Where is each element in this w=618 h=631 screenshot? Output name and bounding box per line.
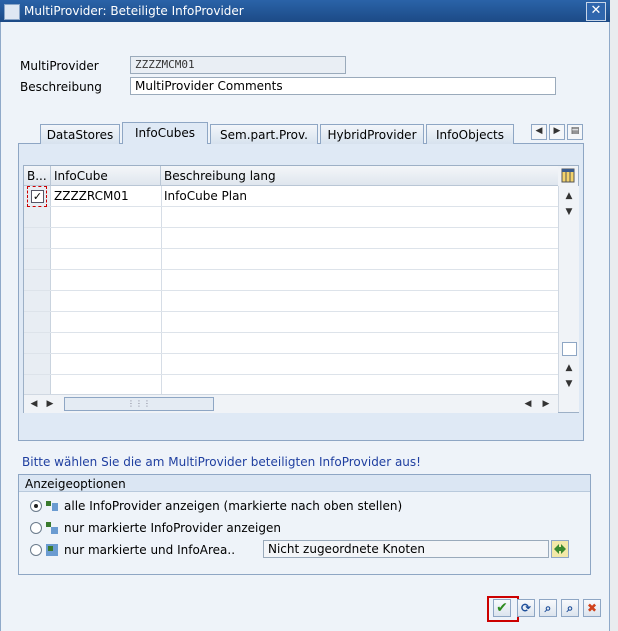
tab-datastores[interactable]: DataStores bbox=[40, 124, 120, 144]
scroll-thumb[interactable] bbox=[562, 342, 577, 356]
cancel-icon: ✖ bbox=[586, 601, 598, 615]
option-label-show-all: alle InfoProvider anzeigen (markierte na… bbox=[64, 499, 403, 513]
refresh-button[interactable]: ⟳ bbox=[517, 599, 535, 617]
hscroll-thumb[interactable]: ⋮⋮⋮ bbox=[64, 397, 214, 411]
table-row-empty[interactable] bbox=[24, 354, 558, 375]
refresh-icon: ⟳ bbox=[520, 601, 532, 615]
show-marked-icon bbox=[46, 522, 58, 534]
tab-scroll-left-icon[interactable]: ◀ bbox=[531, 124, 547, 140]
horizontal-scrollbar[interactable]: ◀ ▶ ⋮⋮⋮ ◀ ▶ bbox=[24, 394, 558, 413]
ok-button[interactable]: ✔ bbox=[493, 599, 511, 617]
hint-text: Bitte wählen Sie die am MultiProvider be… bbox=[22, 455, 421, 469]
background-strip bbox=[610, 0, 618, 631]
beschreibung-label: Beschreibung bbox=[20, 80, 102, 94]
table-row-empty[interactable] bbox=[24, 333, 558, 354]
table-row-empty[interactable] bbox=[24, 207, 558, 228]
option-label-show-marked: nur markierte InfoProvider anzeigen bbox=[64, 521, 281, 535]
beschreibung-field[interactable]: MultiProvider Comments bbox=[130, 77, 556, 95]
find-icon: ⌕ bbox=[544, 601, 552, 615]
column-header-beschreibung[interactable]: Beschreibung lang bbox=[161, 166, 558, 186]
scroll-down-icon[interactable]: ▼ bbox=[561, 376, 577, 392]
find-next-button[interactable]: ⌕ bbox=[561, 599, 579, 617]
option-label-marked-infoarea: nur markierte und InfoArea.. bbox=[64, 543, 236, 557]
table-row-empty[interactable] bbox=[24, 249, 558, 270]
cancel-button[interactable]: ✖ bbox=[583, 599, 601, 617]
column-layout-button[interactable] bbox=[558, 166, 578, 186]
tab-sem-part-prov[interactable]: Sem.part.Prov. bbox=[210, 124, 318, 144]
scroll-down-icon[interactable]: ▼ bbox=[561, 204, 577, 220]
beschreibung-cell: InfoCube Plan bbox=[164, 189, 248, 203]
table-row-empty[interactable] bbox=[24, 270, 558, 291]
options-title: Anzeigeoptionen bbox=[19, 475, 590, 492]
tab-hybridprovider[interactable]: HybridProvider bbox=[320, 124, 424, 144]
arrows-icon bbox=[554, 544, 566, 554]
window-menu-icon[interactable] bbox=[4, 4, 20, 20]
tab-infoobjects[interactable]: InfoObjects bbox=[426, 124, 514, 144]
radio-marked-and-infoarea[interactable] bbox=[30, 544, 42, 556]
radio-show-marked[interactable] bbox=[30, 522, 42, 534]
title-bar: MultiProvider: Beteiligte InfoProvider ✕ bbox=[0, 0, 610, 22]
scroll-up-icon[interactable]: ▲ bbox=[561, 188, 577, 204]
column-header-selection[interactable]: B... bbox=[24, 166, 51, 186]
table-row-empty[interactable] bbox=[24, 375, 558, 396]
find-button[interactable]: ⌕ bbox=[539, 599, 557, 617]
table-row-empty[interactable] bbox=[24, 228, 558, 249]
table-row-empty[interactable] bbox=[24, 312, 558, 333]
scroll-left-icon[interactable]: ◀ bbox=[26, 396, 42, 412]
infocube-cell: ZZZZRCM01 bbox=[54, 189, 129, 203]
show-all-icon bbox=[46, 501, 58, 511]
table-row[interactable]: ✓ ZZZZRCM01 InfoCube Plan bbox=[24, 186, 558, 207]
infoarea-icon bbox=[46, 544, 58, 556]
radio-show-all[interactable] bbox=[30, 500, 42, 512]
scroll-right-icon[interactable]: ▶ bbox=[42, 396, 58, 412]
column-layout-icon bbox=[561, 168, 575, 183]
tab-infocubes[interactable]: InfoCubes bbox=[122, 122, 208, 144]
scroll-up-icon[interactable]: ▲ bbox=[561, 360, 577, 376]
find-next-icon: ⌕ bbox=[566, 601, 574, 615]
tab-scroll-right-icon[interactable]: ▶ bbox=[549, 124, 565, 140]
tab-list-icon[interactable]: ▤ bbox=[567, 124, 583, 140]
window-title: MultiProvider: Beteiligte InfoProvider bbox=[24, 4, 244, 18]
infoarea-field[interactable]: Nicht zugeordnete Knoten bbox=[263, 540, 549, 558]
multiprovider-field: ZZZZMCM01 bbox=[130, 56, 346, 74]
ok-check-icon: ✔ bbox=[496, 600, 508, 616]
scroll-right-icon[interactable]: ▶ bbox=[538, 396, 554, 412]
close-button[interactable]: ✕ bbox=[586, 2, 606, 21]
infoarea-select-button[interactable] bbox=[551, 540, 569, 558]
multiprovider-label: MultiProvider bbox=[20, 59, 99, 73]
row-checkbox[interactable]: ✓ bbox=[31, 190, 44, 203]
display-options-group: Anzeigeoptionen alle InfoProvider anzeig… bbox=[18, 474, 591, 575]
scroll-left-icon[interactable]: ◀ bbox=[520, 396, 536, 412]
column-header-infocube[interactable]: InfoCube bbox=[51, 166, 161, 186]
vertical-scrollbar[interactable]: ▲ ▼ ▲ ▼ bbox=[558, 186, 579, 412]
infocube-table: B... InfoCube Beschreibung lang ✓ ZZZZRC… bbox=[23, 165, 579, 413]
table-row-empty[interactable] bbox=[24, 291, 558, 312]
